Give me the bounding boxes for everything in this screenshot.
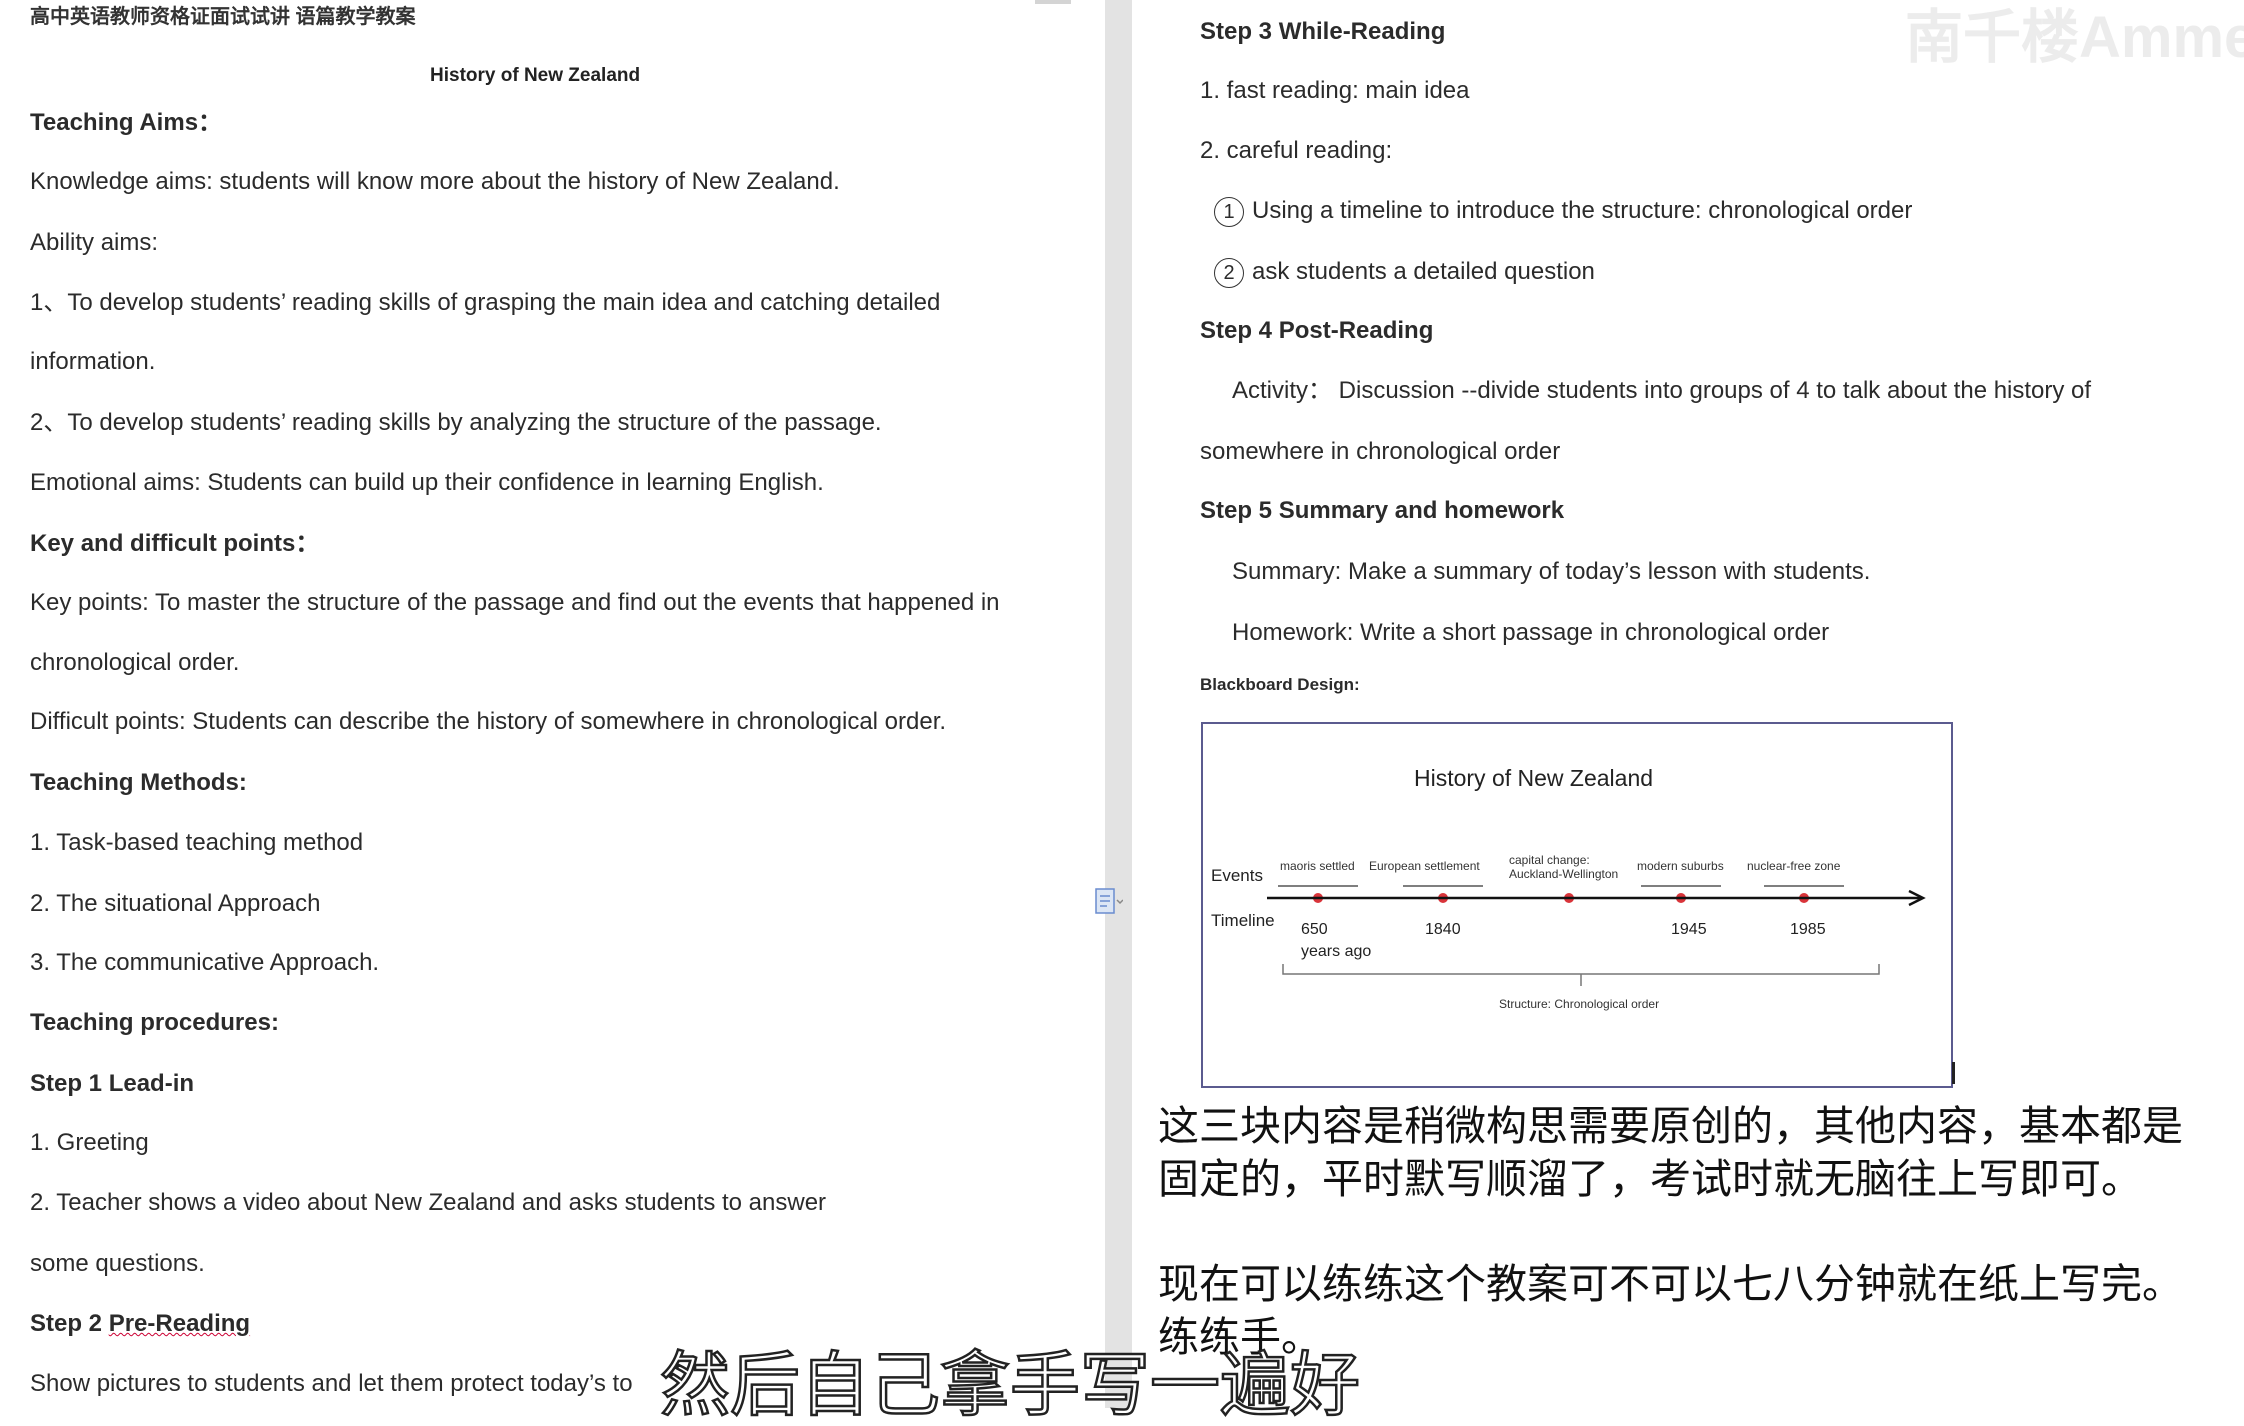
method-3: 3. The communicative Approach. <box>30 949 380 976</box>
event-label: nuclear-free zone <box>1747 859 1841 873</box>
timeline-diagram: History of New Zealand Events Timeline m… <box>1211 765 1926 1011</box>
method-1: 1. Task-based teaching method <box>30 829 364 856</box>
emotional-aims-text: Emotional aims: Students can build up th… <box>30 469 824 496</box>
step4-activity-line-2: somewhere in chronological order <box>1200 438 1561 465</box>
blackboard-design-heading: Blackboard Design: <box>1200 675 1360 694</box>
event-label: maoris settled <box>1280 859 1355 873</box>
summary-text: Summary: Make a summary of today’s lesso… <box>1232 558 1871 585</box>
event-label: modern suburbs <box>1637 859 1724 873</box>
step1-heading: Step 1 Lead-in <box>30 1070 195 1097</box>
caption-line-2: 固定的，平时默写顺溜了，考试时就无脑往上写即可。 <box>1158 1155 2142 1203</box>
step1-item-2-line-1: 2. Teacher shows a video about New Zeala… <box>30 1189 827 1216</box>
event-label: capital change: <box>1509 853 1590 867</box>
page-gutter <box>1105 0 1132 1408</box>
scroll-indicator <box>1035 0 1071 4</box>
teaching-methods-heading: Teaching Methods: <box>30 769 247 796</box>
step1-item-2-line-2: some questions. <box>30 1250 205 1277</box>
blackboard-design-box: History of New Zealand Events Timeline m… <box>1201 722 1953 1088</box>
step1-item-1: 1. Greeting <box>30 1129 149 1156</box>
ability-aims-label: Ability aims: <box>30 229 159 256</box>
key-points-line-1: Key points: To master the structure of t… <box>30 589 1000 616</box>
step5-heading: Step 5 Summary and homework <box>1200 497 1565 524</box>
key-points-line-2: chronological order. <box>30 649 240 676</box>
step3-subitem-2-text: ask students a detailed question <box>1252 258 1595 285</box>
ability-aim-1-line-2: information. <box>30 348 156 375</box>
document-title: History of New Zealand <box>430 65 641 86</box>
step2-heading: Step 2 Pre-Reading <box>30 1309 250 1339</box>
document-header: 高中英语教师资格证面试试讲 语篇教学教案 <box>30 6 416 28</box>
left-document-page: 高中英语教师资格证面试试讲 语篇教学教案 History of New Zeal… <box>0 0 1105 1408</box>
step3-subitem-2: 2 ask students a detailed question <box>1214 257 1595 288</box>
caption-line-1: 这三块内容是稍微构思需要原创的，其他内容，基本都是 <box>1158 1102 2183 1150</box>
step4-activity-line-1: Activity： Discussion --divide students i… <box>1232 377 2092 404</box>
video-subtitle: 然后自己拿手写一遍好 <box>659 1344 1362 1426</box>
step3-item-2: 2. careful reading: <box>1200 137 1393 164</box>
date-label: 650 <box>1301 921 1328 938</box>
date-label: 1985 <box>1790 921 1826 938</box>
homework-text: Homework: Write a short passage in chron… <box>1232 619 1830 646</box>
step2-heading-spellcheck: Pre-Reading <box>108 1310 251 1337</box>
step3-subitem-1: 1 Using a timeline to introduce the struc… <box>1214 196 1912 227</box>
step4-heading: Step 4 Post-Reading <box>1200 317 1434 344</box>
blackboard-title: History of New Zealand <box>1414 765 1653 791</box>
step3-subitem-1-text: Using a timeline to introduce the struct… <box>1252 197 1913 224</box>
step2-heading-prefix: Step 2 <box>30 1310 109 1337</box>
structure-bracket <box>1282 964 1880 975</box>
caption-line-3: 现在可以练练这个教案可不可以七八分钟就在纸上写完。 <box>1158 1260 2183 1308</box>
step3-heading: Step 3 While-Reading <box>1200 18 1446 45</box>
date-extra-label: years ago <box>1301 943 1371 960</box>
teaching-procedures-heading: Teaching procedures: <box>30 1009 279 1036</box>
ability-aim-2: 2、To develop students’ reading skills by… <box>30 409 882 436</box>
knowledge-aims-text: Knowledge aims: students will know more … <box>30 168 840 195</box>
events-label: Events <box>1211 866 1263 885</box>
key-points-heading: Key and difficult points： <box>30 530 320 557</box>
date-label: 1840 <box>1425 921 1461 938</box>
event-extra-label: Auckland-Wellington <box>1509 867 1618 881</box>
ability-aim-1-line-1: 1、To develop students’ reading skills of… <box>30 289 941 316</box>
document-layout-icon[interactable] <box>1093 886 1123 918</box>
circled-number-1: 1 <box>1214 196 1244 227</box>
timeline-label: Timeline <box>1211 911 1275 930</box>
structure-label: Structure: Chronological order <box>1499 997 1659 1011</box>
teaching-aims-heading: Teaching Aims： <box>30 109 223 136</box>
event-label: European settlement <box>1369 859 1480 873</box>
watermark: 南千楼Amme <box>1905 5 2244 70</box>
step3-item-1: 1. fast reading: main idea <box>1200 77 1470 104</box>
text-cursor <box>1952 1062 1955 1084</box>
difficult-points-text: Difficult points: Students can describe … <box>30 708 947 735</box>
step2-text: Show pictures to students and let them p… <box>30 1370 633 1397</box>
method-2: 2. The situational Approach <box>30 890 321 917</box>
date-label: 1945 <box>1671 921 1707 938</box>
circled-number-2: 2 <box>1214 257 1244 288</box>
